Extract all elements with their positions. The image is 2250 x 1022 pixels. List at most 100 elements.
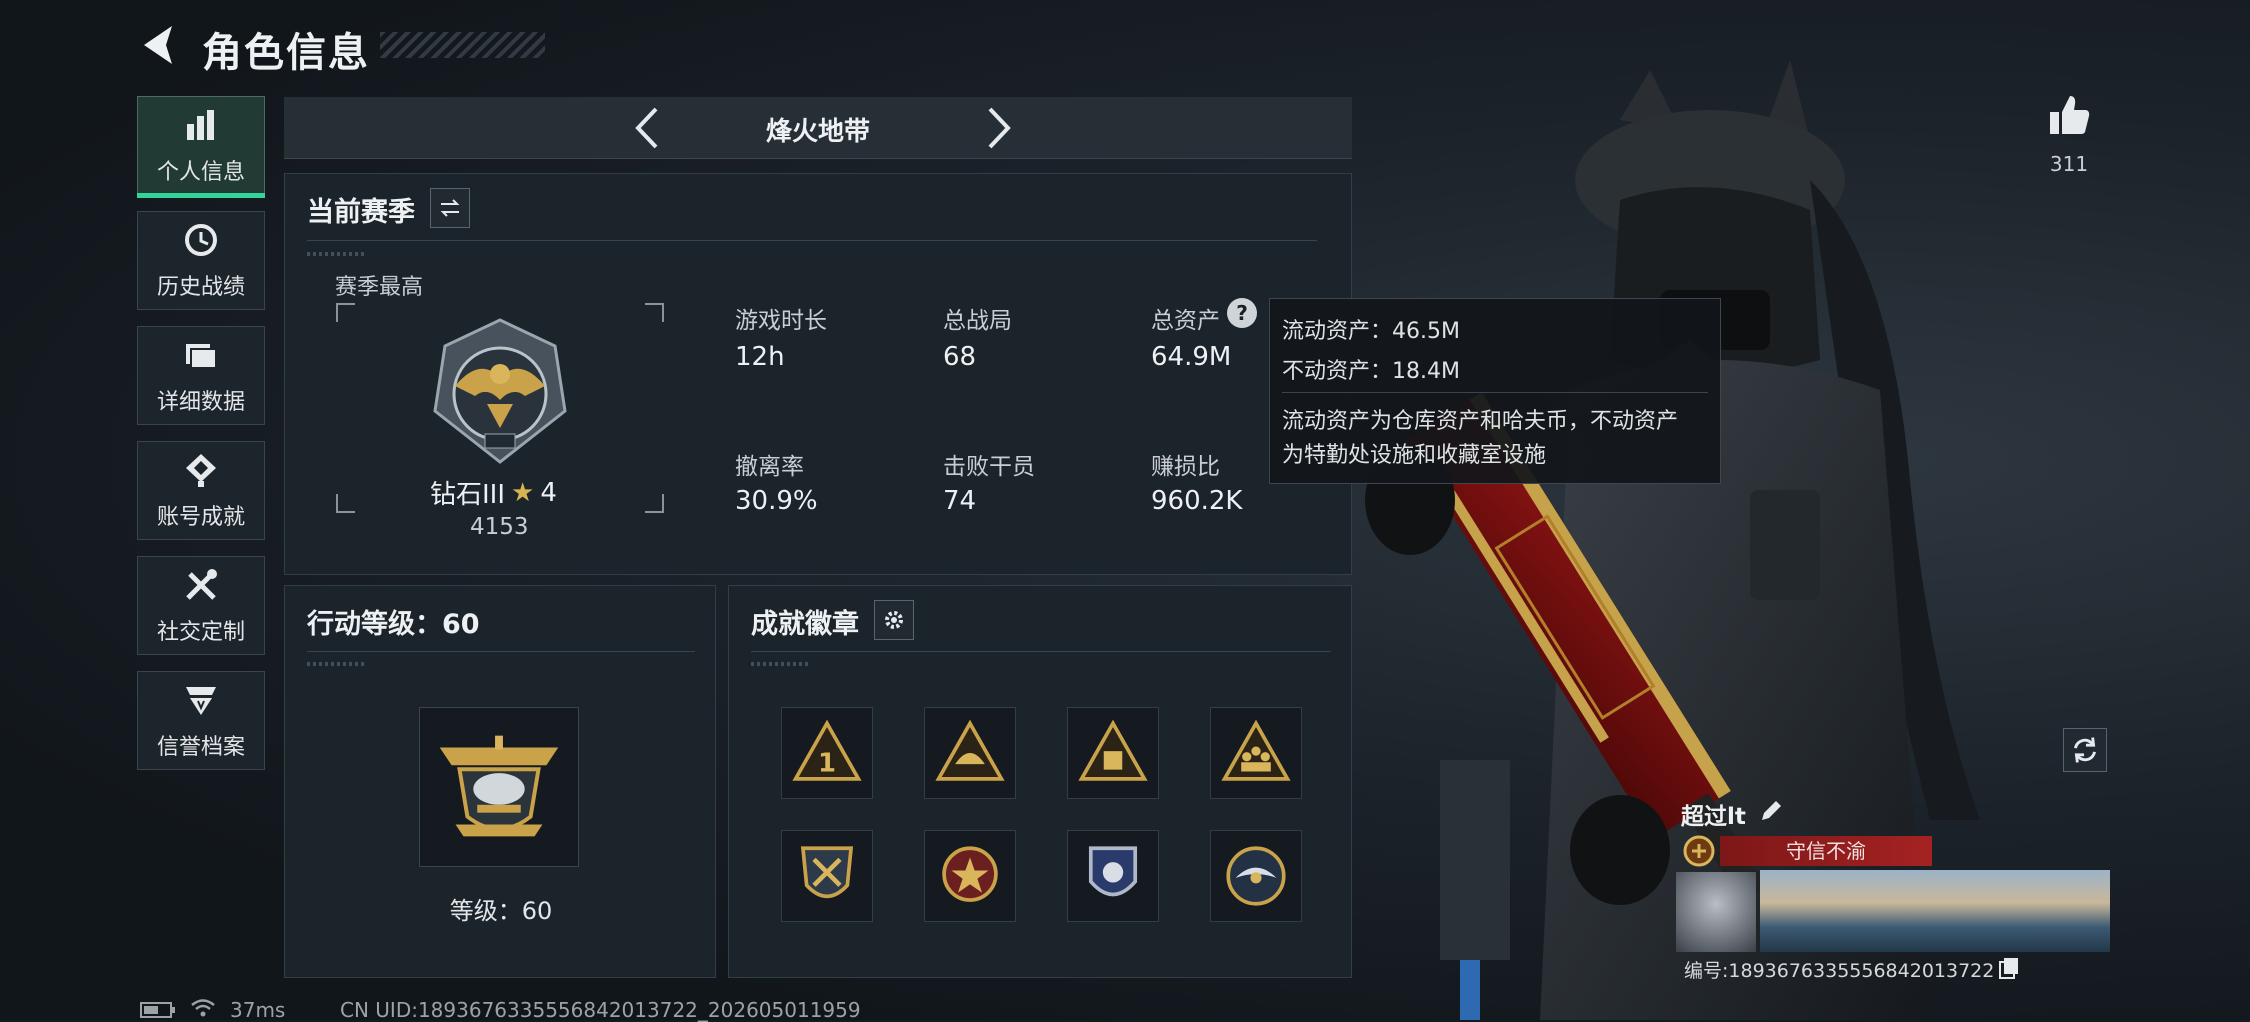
sidebar: 个人信息 历史战绩 详细数据 账号成就 社交定制 信誉档案 [137,96,267,786]
avatar[interactable] [1676,872,1756,952]
rotate-view-button[interactable] [2063,728,2107,772]
stat-value-extract-rate: 30.9% [735,486,818,516]
stat-label-kills: 击败干员 [943,454,1035,480]
achievement-badge[interactable] [1067,707,1159,799]
player-name: 超过lt [1681,804,1746,830]
divider-dots [307,662,367,666]
rank-diamond-emblem [433,318,567,464]
stat-value-profit-ratio: 960.2K [1151,486,1243,516]
helicopter-emblem-icon [439,735,559,837]
folder-icon [186,343,217,369]
stat-label-extract-rate: 撤离率 [735,454,804,480]
divider [307,240,1317,241]
title-decoration [380,32,545,58]
sidebar-item-label: 历史战绩 [156,274,245,300]
stat-label-profit-ratio: 赚损比 [1151,454,1220,480]
sidebar-item-personal-info[interactable]: 个人信息 [137,96,265,198]
star-medal-badge-icon [942,846,998,902]
player-card: 超过lt 守信不渝 编号:1893676335556842013722 [1676,792,2110,992]
achievements-panel: 成就徽章 1 [728,585,1352,978]
stat-label-total-matches: 总战局 [943,308,1012,334]
level-badge-frame [419,707,579,867]
likes-count: 311 [2049,152,2089,176]
action-level-title: 行动等级：60 [307,609,480,640]
divider [1282,392,1708,393]
sidebar-item-detailed-data[interactable]: 详细数据 [137,326,265,425]
gear-icon [885,611,903,629]
sidebar-item-credit-record[interactable]: 信誉档案 [137,671,265,770]
achievements-title: 成就徽章 [751,609,859,640]
bar-chart-icon [187,109,214,140]
police-shield-badge-icon [1088,846,1138,897]
assets-tooltip: 流动资产：46.5M 不动资产：18.4M 流动资产为仓库资产和哈夫币，不动资产… [1269,298,1721,484]
stat-value-kills: 74 [943,486,977,516]
rank-name: 钻石III [430,480,506,510]
tooltip-fixed-assets: 不动资产：18.4M [1282,359,1460,384]
question-icon[interactable]: ? [1227,298,1257,328]
season-best-label: 赛季最高 [335,275,424,300]
sidebar-item-label: 详细数据 [156,389,245,415]
level-text: 等级：60 [449,897,553,925]
eagle-round-badge-icon [1226,846,1286,906]
uid-text: CN UID:1893676335556842013722_2026050119… [340,998,861,1022]
reputation-emblem-icon [1683,835,1715,867]
sidebar-item-match-history[interactable]: 历史战绩 [137,211,265,310]
map-name: 烽火地带 [765,117,870,147]
achievement-badge[interactable] [781,830,873,922]
sidebar-item-label: 账号成就 [156,504,245,530]
season-panel: 当前赛季 赛季最高 钻石III ★ 4 4153 游戏时长 12h 总战局 68… [284,173,1352,575]
action-level-panel: 行动等级：60 等级：60 [284,585,716,978]
thumbs-up-icon[interactable] [2046,92,2092,138]
achievement-badge[interactable] [1210,707,1302,799]
page-title: 角色信息 [202,30,370,76]
edit-icon[interactable] [1758,798,1784,824]
switch-season-button[interactable] [430,188,470,228]
stat-value-total-matches: 68 [943,342,977,372]
history-icon [185,223,217,256]
map-selector: 烽火地带 [284,97,1352,159]
battery-icon [140,1002,175,1018]
triangle-helmet-badge-icon [935,719,1005,781]
triangle-number-one-badge-icon: 1 [792,719,862,781]
tooltip-desc-line1: 流动资产为仓库资产和哈夫币，不动资产 [1282,409,1679,434]
sidebar-item-social-custom[interactable]: 社交定制 [137,556,265,655]
stat-value-total-assets: 64.9M [1151,342,1232,372]
rank-name-row: 钻石III ★ 4 [430,474,557,511]
tooltip-liquid-assets: 流动资产：46.5M [1282,319,1460,344]
triangle-crate-badge-icon [1078,719,1148,781]
back-arrow-icon[interactable] [138,22,184,68]
achievement-badge[interactable] [924,707,1016,799]
sidebar-item-achievements[interactable]: 账号成就 [137,441,265,540]
swap-icon [440,199,460,217]
rank-score: 4153 [470,514,529,540]
ping-value: 37ms [230,998,286,1022]
refresh-icon [2074,737,2096,763]
credit-icon [186,686,216,715]
rank-stars: 4 [540,477,557,508]
sidebar-item-label: 个人信息 [156,159,245,185]
stat-value-playtime: 12h [735,342,785,372]
tools-icon [186,568,217,600]
achievement-badge[interactable] [1210,830,1302,922]
achievement-badge[interactable] [924,830,1016,922]
badge-settings-button[interactable] [874,600,914,640]
achievement-badge[interactable] [1067,830,1159,922]
sidebar-item-label: 社交定制 [156,619,245,645]
copy-icon[interactable] [1998,956,2020,980]
triangle-squad-badge-icon [1221,719,1291,781]
divider-dots [307,252,367,256]
profile-banner [1760,870,2110,952]
divider [307,651,695,652]
player-id: 编号:1893676335556842013722 [1684,960,1995,982]
stat-label-playtime: 游戏时长 [735,308,827,334]
achievement-icon [186,453,216,487]
title-tag: 守信不渝 [1720,836,1932,866]
achievement-badge[interactable]: 1 [781,707,873,799]
season-title: 当前赛季 [307,197,415,228]
star-icon: ★ [511,477,535,508]
divider-dots [751,662,811,666]
divider [751,651,1331,652]
shield-crossed-badge-icon [800,846,854,899]
chevron-right-icon[interactable] [972,103,1022,153]
svg-text:1: 1 [818,749,836,779]
